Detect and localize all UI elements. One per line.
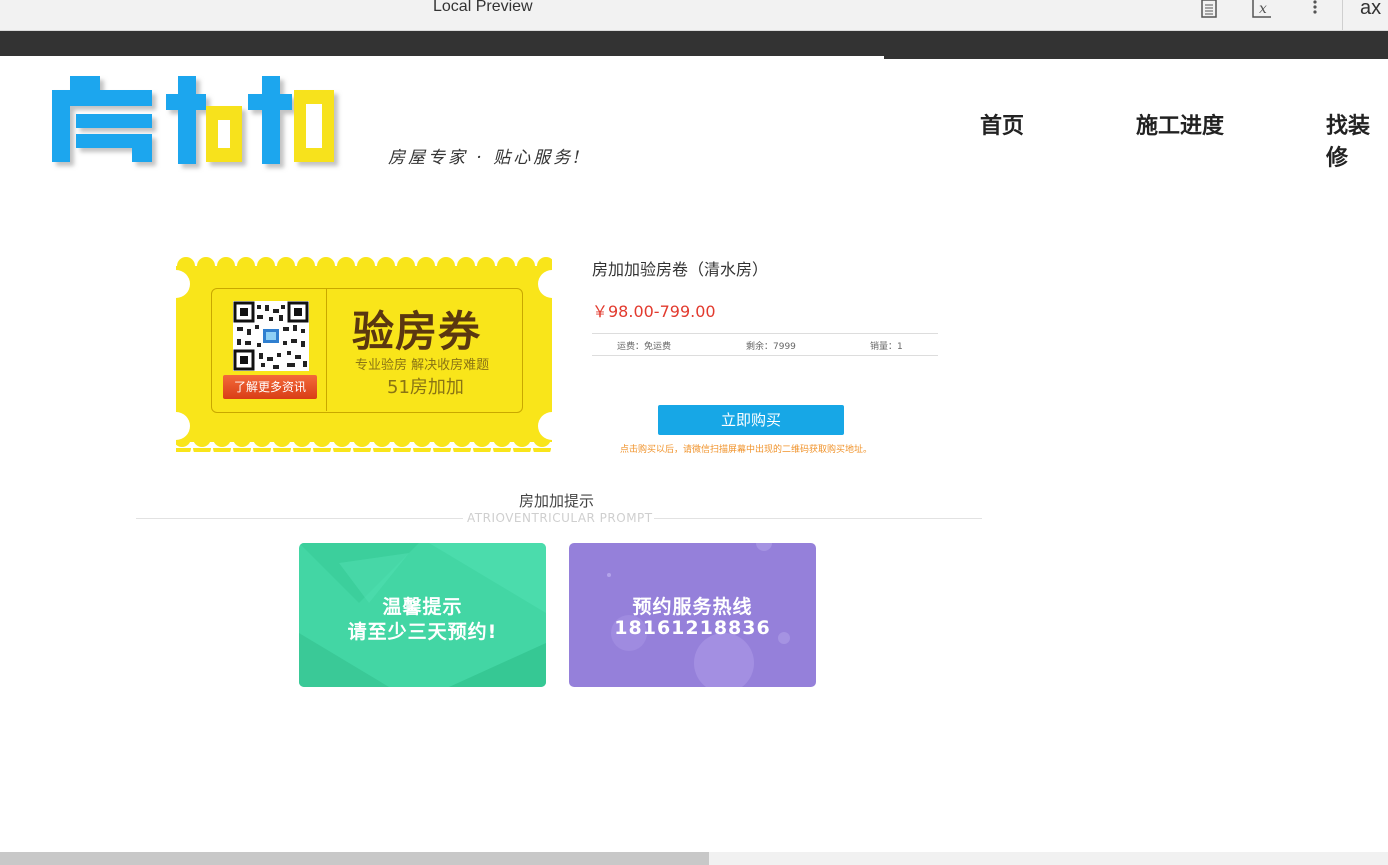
shipping-info: 运费：免运费 (617, 342, 672, 352)
tips-divider-right (654, 518, 982, 519)
extension-label[interactable]: ax (1360, 0, 1381, 20)
top-dark-strip (0, 31, 1388, 56)
product-price: ￥98.00-799.00 (592, 302, 716, 321)
sales-info: 销量：1 (870, 342, 903, 352)
product-info-row: 运费：免运费 剩余：7999 销量：1 (592, 333, 938, 356)
svg-text:x: x (1259, 1, 1267, 17)
nav-home[interactable]: 首页 (980, 108, 1024, 140)
browser-toolbar: Local Preview x ax (0, 0, 1388, 31)
reminder-title: 温馨提示 (382, 596, 463, 618)
coupon-subtitle: 专业验房 解决收房难题 (355, 358, 490, 373)
formula-icon[interactable]: x (1251, 0, 1273, 18)
coupon-divider (326, 289, 327, 411)
horizontal-scrollbar-thumb[interactable] (0, 852, 709, 865)
slogan: 房屋专家 · 贴心服务! (388, 148, 584, 168)
hotline-card: 预约服务热线 18161218836 (569, 543, 816, 687)
hotline-title: 预约服务热线 (632, 596, 753, 618)
coupon-brand: 51房加加 (387, 377, 464, 398)
nav-progress[interactable]: 施工进度 (1136, 108, 1224, 140)
buy-note: 点击购买以后，请微信扫描屏幕中出现的二维码获取购买地址。 (620, 445, 873, 455)
hotline-number[interactable]: 18161218836 (569, 617, 816, 639)
coupon-title: 验房券 (352, 307, 482, 356)
qr-code (233, 301, 309, 371)
nav-find-renovation[interactable]: 找装修 (1326, 108, 1388, 172)
stock-info: 剩余：7999 (746, 342, 796, 352)
toolbar-separator (1342, 0, 1343, 30)
buy-now-button[interactable]: 立即购买 (658, 405, 844, 435)
browser-title: Local Preview (433, 0, 533, 15)
more-vert-icon[interactable] (1311, 0, 1319, 18)
tips-divider-left (136, 518, 463, 519)
reminder-text: 请至少三天预约! (347, 621, 498, 643)
logo[interactable] (48, 72, 378, 177)
tips-heading: 房加加提示 (519, 492, 595, 510)
reader-icon[interactable] (1200, 0, 1218, 18)
top-dark-strip-edge (884, 56, 1388, 59)
tips-subheading: ATRIOVENTRICULAR PROMPT (467, 511, 653, 525)
product-title: 房加加验房卷（清水房） (592, 260, 769, 279)
reminder-card: 温馨提示 请至少三天预约! (299, 543, 546, 687)
learn-more-button[interactable]: 了解更多资讯 (223, 375, 317, 399)
